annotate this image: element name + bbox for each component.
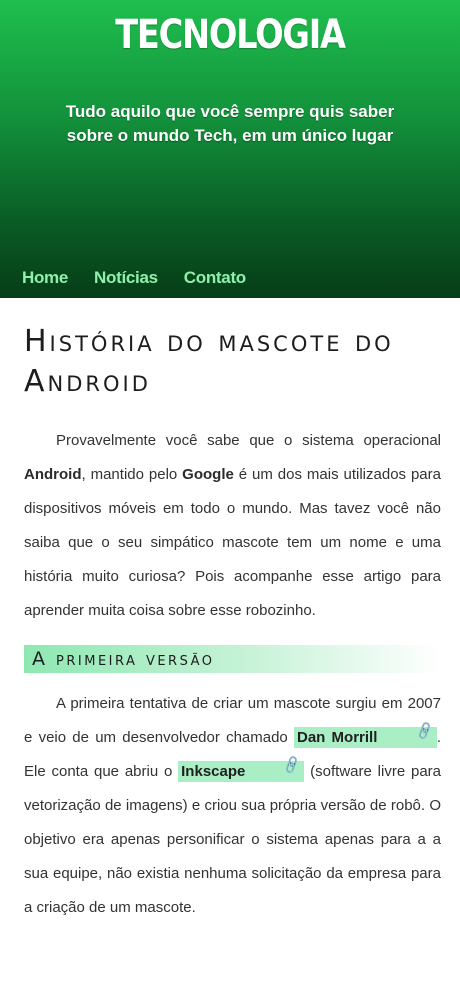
article-title: História do mascote do Android bbox=[24, 324, 394, 399]
dan-morrill-link[interactable]: Dan Morrill 🔗 bbox=[294, 721, 437, 748]
page: TECNOLOGIA Tudo aquilo que você sempre q… bbox=[0, 0, 460, 1000]
nav-home-link[interactable]: Home bbox=[22, 268, 68, 288]
google-term: Google bbox=[182, 466, 234, 483]
intro-paragraph: Provavelmente você sabe que o sistema op… bbox=[24, 424, 441, 628]
inkscape-link[interactable]: Inkscape 🔗 bbox=[178, 755, 305, 782]
article: História do mascote do Android Provavelm… bbox=[0, 322, 460, 925]
inkscape-link-label: Inkscape bbox=[181, 763, 246, 780]
site-header: TECNOLOGIA Tudo aquilo que você sempre q… bbox=[0, 0, 460, 298]
link-icon: 🔗 bbox=[413, 720, 435, 742]
main-nav: Home Notícias Contato bbox=[22, 268, 246, 288]
section-title-first-version: A primeira versão bbox=[24, 645, 441, 673]
site-title: TECNOLOGIA bbox=[115, 12, 346, 58]
android-term: Android bbox=[24, 466, 82, 483]
section-text-3: (software livre para vetorização de imag… bbox=[24, 763, 441, 916]
nav-news-link[interactable]: Notícias bbox=[94, 268, 158, 288]
site-tagline: Tudo aquilo que você sempre quis saber s… bbox=[65, 102, 395, 145]
intro-text-1: Provavelmente você sabe que o sistema op… bbox=[56, 432, 441, 449]
first-version-paragraph: A primeira tentativa de criar um mascote… bbox=[24, 687, 441, 925]
intro-text-2: , mantido pelo bbox=[81, 466, 183, 483]
dan-morrill-link-label: Dan Morrill bbox=[297, 729, 378, 746]
nav-contact-link[interactable]: Contato bbox=[184, 268, 246, 288]
link-icon: 🔗 bbox=[281, 754, 303, 776]
intro-text-3: é um dos mais utilizados para dispositiv… bbox=[24, 466, 441, 619]
